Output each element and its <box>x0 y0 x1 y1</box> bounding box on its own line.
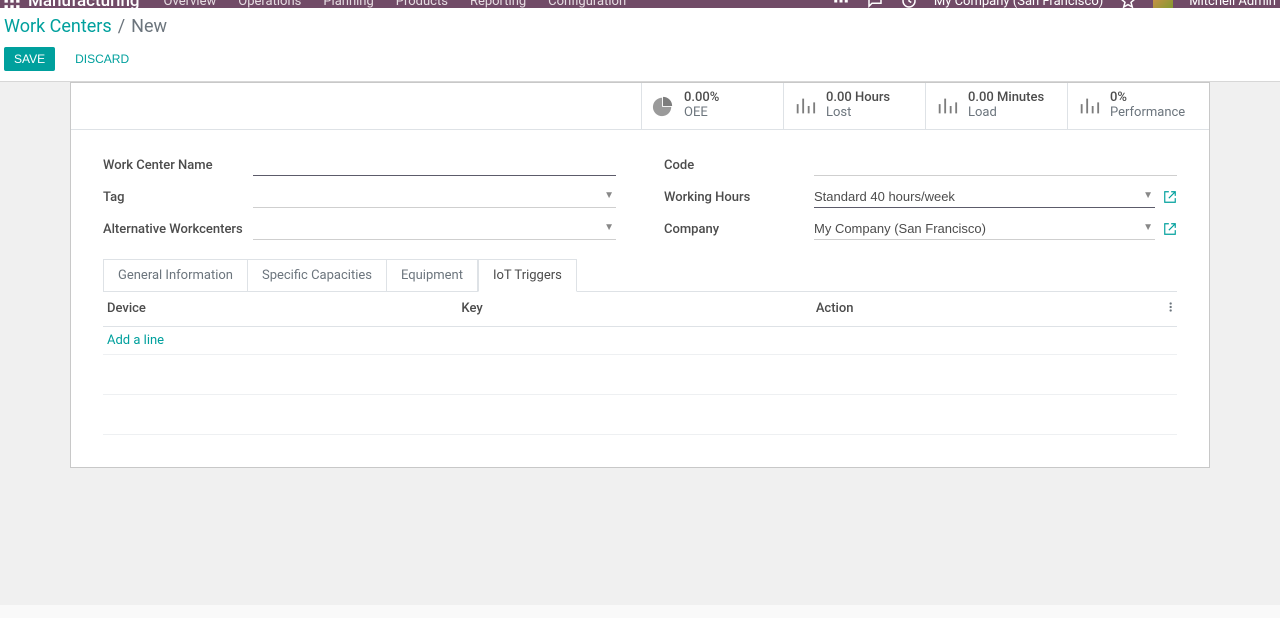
bar-chart-icon <box>936 95 958 117</box>
stat-label: Lost <box>826 106 890 121</box>
tab-iot-triggers[interactable]: IoT Triggers <box>478 259 577 292</box>
iot-triggers-table: Device Key Action Add a line <box>103 292 1177 435</box>
form-sheet: 0.00% OEE 0.00 Hours Lost 0.00 Minut <box>70 82 1210 468</box>
label-company: Company <box>664 218 814 237</box>
pie-chart-icon <box>652 95 674 117</box>
company-input[interactable] <box>814 218 1155 240</box>
tag-input[interactable] <box>253 186 616 208</box>
stat-value: 0.00 Hours <box>826 91 890 106</box>
label-work-center-name: Work Center Name <box>103 154 253 173</box>
tab-equipment[interactable]: Equipment <box>387 259 478 292</box>
menu-products[interactable]: Products <box>396 0 448 8</box>
notebook: General Information Specific Capacities … <box>71 258 1209 467</box>
label-alt-workcenters: Alternative Workcenters <box>103 218 253 237</box>
stat-label: Load <box>968 106 1044 121</box>
company-label[interactable]: My Company (San Francisco) <box>934 0 1103 8</box>
working-hours-input[interactable] <box>814 186 1155 208</box>
avatar[interactable] <box>1153 0 1173 8</box>
breadcrumb-parent[interactable]: Work Centers <box>4 16 112 37</box>
user-name[interactable]: Mitchell Admin <box>1189 0 1276 8</box>
navbar: Manufacturing Overview Operations Planni… <box>0 0 1280 8</box>
main-menu: Overview Operations Planning Products Re… <box>152 0 627 8</box>
stat-label: OEE <box>684 106 719 121</box>
work-center-name-input[interactable] <box>253 154 616 176</box>
menu-operations[interactable]: Operations <box>238 0 301 8</box>
code-input[interactable] <box>814 154 1177 176</box>
star-icon[interactable] <box>1119 0 1137 8</box>
form-area: 0.00% OEE 0.00 Hours Lost 0.00 Minut <box>0 82 1280 605</box>
stat-buttons: 0.00% OEE 0.00 Hours Lost 0.00 Minut <box>71 83 1209 130</box>
menu-reporting[interactable]: Reporting <box>470 0 526 8</box>
add-a-line[interactable]: Add a line <box>107 333 164 348</box>
chat-icon[interactable] <box>866 0 884 8</box>
apps-icon[interactable] <box>2 0 22 8</box>
stat-oee[interactable]: 0.00% OEE <box>641 83 783 129</box>
th-action: Action <box>812 292 1147 327</box>
stat-performance[interactable]: 0% Performance <box>1067 83 1209 129</box>
label-code: Code <box>664 154 814 173</box>
bar-chart-icon <box>1078 95 1100 117</box>
form-fields: Work Center Name Tag ▼ Alternative Workc… <box>71 130 1209 258</box>
th-key: Key <box>457 292 811 327</box>
stat-value: 0.00 Minutes <box>968 91 1044 106</box>
th-device: Device <box>103 292 457 327</box>
systray-apps-icon[interactable] <box>832 0 850 8</box>
stat-value: 0% <box>1110 91 1185 106</box>
tab-specific-capacities[interactable]: Specific Capacities <box>248 259 387 292</box>
tab-bar: General Information Specific Capacities … <box>103 258 1177 292</box>
stat-load[interactable]: 0.00 Minutes Load <box>925 83 1067 129</box>
breadcrumb-current: New <box>131 16 167 37</box>
external-link-icon[interactable] <box>1163 190 1177 204</box>
breadcrumb: Work Centers / New <box>4 8 1276 41</box>
alt-workcenters-input[interactable] <box>253 218 616 240</box>
app-name[interactable]: Manufacturing <box>28 0 152 8</box>
label-tag: Tag <box>103 186 253 205</box>
stat-value: 0.00% <box>684 91 719 106</box>
menu-planning[interactable]: Planning <box>323 0 373 8</box>
breadcrumb-sep: / <box>118 16 125 37</box>
stat-lost[interactable]: 0.00 Hours Lost <box>783 83 925 129</box>
external-link-icon[interactable] <box>1163 222 1177 236</box>
discard-button[interactable]: Discard <box>65 47 139 71</box>
stat-label: Performance <box>1110 106 1185 121</box>
control-panel: Work Centers / New Save Discard <box>0 8 1280 82</box>
th-settings[interactable] <box>1147 292 1177 327</box>
tab-general-information[interactable]: General Information <box>103 259 248 292</box>
menu-overview[interactable]: Overview <box>164 0 217 8</box>
bar-chart-icon <box>794 95 816 117</box>
save-button[interactable]: Save <box>4 47 55 71</box>
label-working-hours: Working Hours <box>664 186 814 205</box>
menu-configuration[interactable]: Configuration <box>548 0 626 8</box>
activity-icon[interactable] <box>900 0 918 8</box>
